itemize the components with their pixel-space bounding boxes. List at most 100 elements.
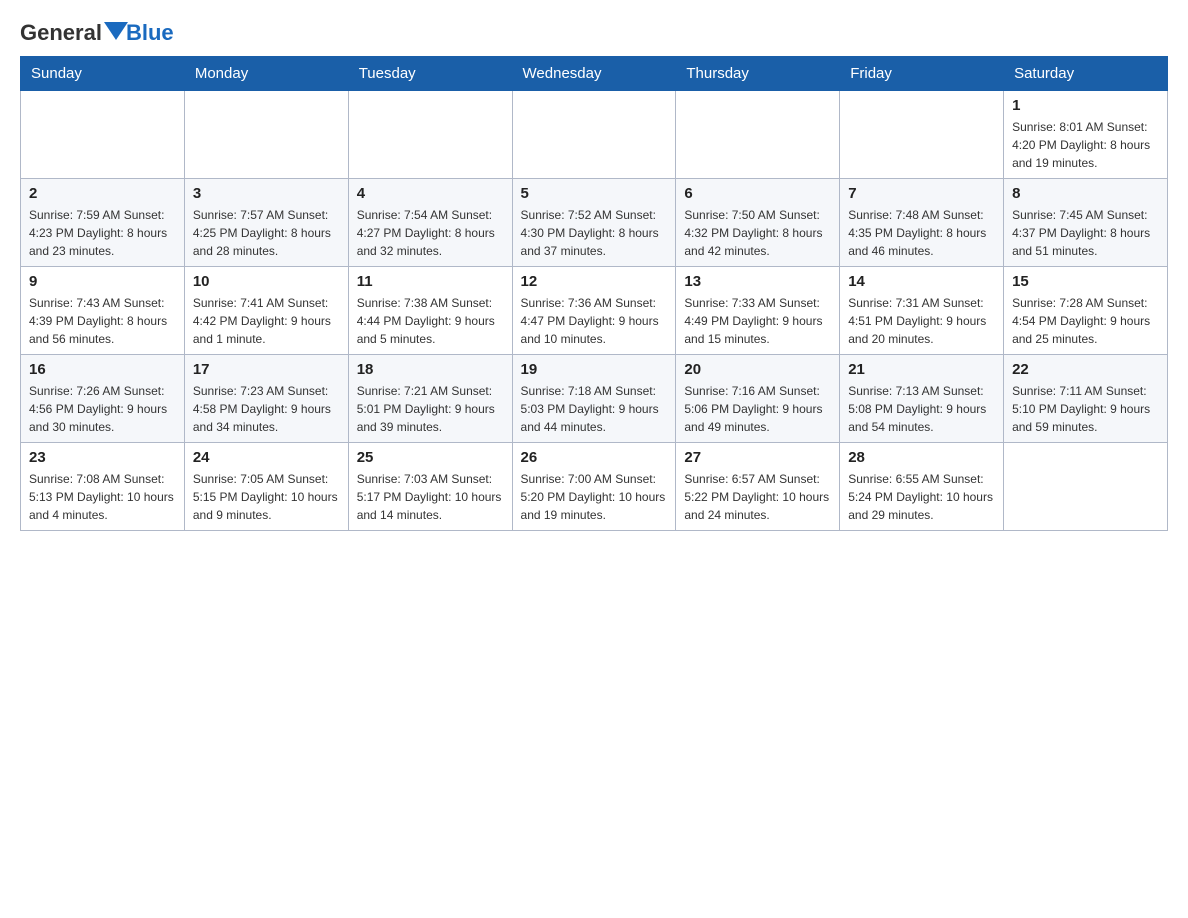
weekday-header-saturday: Saturday — [1004, 57, 1168, 91]
logo-general-text: General — [20, 20, 102, 46]
calendar-cell: 20 Sunrise: 7:16 AM Sunset: 5:06 PM Dayli… — [676, 355, 840, 443]
weekday-header-wednesday: Wednesday — [512, 57, 676, 91]
calendar-cell: 5Sunrise: 7:52 AM Sunset: 4:30 PM Daylig… — [512, 179, 676, 267]
weekday-header-friday: Friday — [840, 57, 1004, 91]
calendar-cell: 10 Sunrise: 7:41 AM Sunset: 4:42 PM Dayli… — [184, 267, 348, 355]
calendar-cell: 9 Sunrise: 7:43 AM Sunset: 4:39 PM Daylig… — [21, 267, 185, 355]
weekday-header-sunday: Sunday — [21, 57, 185, 91]
day-info: Sunrise: 7:05 AM Sunset: 5:15 PM Dayligh… — [193, 470, 340, 524]
calendar-cell: 7 Sunrise: 7:48 AM Sunset: 4:35 PM Daylig… — [840, 179, 1004, 267]
day-number: 28 — [848, 449, 995, 466]
day-number: 10 — [193, 273, 340, 290]
day-info: Sunrise: 7:36 AM Sunset: 4:47 PM Dayligh… — [521, 294, 668, 348]
calendar-cell: 28 Sunrise: 6:55 AM Sunset: 5:24 PM Dayli… — [840, 443, 1004, 531]
day-number: 23 — [29, 449, 176, 466]
weekday-header-row: SundayMondayTuesdayWednesdayThursdayFrid… — [21, 57, 1168, 91]
day-number: 22 — [1012, 361, 1159, 378]
day-info: Sunrise: 7:03 AM Sunset: 5:17 PM Dayligh… — [357, 470, 504, 524]
calendar-cell: 14 Sunrise: 7:31 AM Sunset: 4:51 PM Dayli… — [840, 267, 1004, 355]
day-info: Sunrise: 7:21 AM Sunset: 5:01 PM Dayligh… — [357, 382, 504, 436]
calendar-cell: 17Sunrise: 7:23 AM Sunset: 4:58 PM Dayli… — [184, 355, 348, 443]
calendar-cell — [1004, 443, 1168, 531]
day-number: 6 — [684, 185, 831, 202]
week-row-5: 23 Sunrise: 7:08 AM Sunset: 5:13 PM Dayli… — [21, 443, 1168, 531]
logo-blue-text: Blue — [126, 20, 174, 46]
day-info: Sunrise: 7:13 AM Sunset: 5:08 PM Dayligh… — [848, 382, 995, 436]
day-info: Sunrise: 7:11 AM Sunset: 5:10 PM Dayligh… — [1012, 382, 1159, 436]
calendar-cell — [21, 91, 185, 179]
calendar-cell: 12 Sunrise: 7:36 AM Sunset: 4:47 PM Dayli… — [512, 267, 676, 355]
week-row-2: 2 Sunrise: 7:59 AM Sunset: 4:23 PM Daylig… — [21, 179, 1168, 267]
day-info: Sunrise: 7:48 AM Sunset: 4:35 PM Dayligh… — [848, 206, 995, 260]
calendar-cell: 8 Sunrise: 7:45 AM Sunset: 4:37 PM Daylig… — [1004, 179, 1168, 267]
page-header: General Blue — [20, 20, 1168, 46]
calendar-cell — [512, 91, 676, 179]
day-number: 18 — [357, 361, 504, 378]
calendar-cell: 23 Sunrise: 7:08 AM Sunset: 5:13 PM Dayli… — [21, 443, 185, 531]
calendar-cell — [840, 91, 1004, 179]
calendar-cell: 13 Sunrise: 7:33 AM Sunset: 4:49 PM Dayli… — [676, 267, 840, 355]
day-number: 1 — [1012, 97, 1159, 114]
day-number: 12 — [521, 273, 668, 290]
day-number: 15 — [1012, 273, 1159, 290]
day-number: 3 — [193, 185, 340, 202]
day-info: Sunrise: 7:41 AM Sunset: 4:42 PM Dayligh… — [193, 294, 340, 348]
day-info: Sunrise: 7:18 AM Sunset: 5:03 PM Dayligh… — [521, 382, 668, 436]
calendar-cell: 18 Sunrise: 7:21 AM Sunset: 5:01 PM Dayli… — [348, 355, 512, 443]
day-info: Sunrise: 6:57 AM Sunset: 5:22 PM Dayligh… — [684, 470, 831, 524]
day-info: Sunrise: 7:23 AM Sunset: 4:58 PM Dayligh… — [193, 382, 340, 436]
calendar-cell — [184, 91, 348, 179]
weekday-header-tuesday: Tuesday — [348, 57, 512, 91]
day-number: 13 — [684, 273, 831, 290]
day-number: 26 — [521, 449, 668, 466]
calendar-cell: 4 Sunrise: 7:54 AM Sunset: 4:27 PM Daylig… — [348, 179, 512, 267]
day-number: 24 — [193, 449, 340, 466]
day-info: Sunrise: 7:31 AM Sunset: 4:51 PM Dayligh… — [848, 294, 995, 348]
calendar-cell: 1 Sunrise: 8:01 AM Sunset: 4:20 PM Daylig… — [1004, 91, 1168, 179]
day-info: Sunrise: 7:45 AM Sunset: 4:37 PM Dayligh… — [1012, 206, 1159, 260]
day-number: 27 — [684, 449, 831, 466]
day-info: Sunrise: 7:52 AM Sunset: 4:30 PM Dayligh… — [521, 206, 668, 260]
day-info: Sunrise: 7:43 AM Sunset: 4:39 PM Dayligh… — [29, 294, 176, 348]
day-number: 14 — [848, 273, 995, 290]
calendar-cell: 22 Sunrise: 7:11 AM Sunset: 5:10 PM Dayli… — [1004, 355, 1168, 443]
day-info: Sunrise: 7:08 AM Sunset: 5:13 PM Dayligh… — [29, 470, 176, 524]
day-info: Sunrise: 7:00 AM Sunset: 5:20 PM Dayligh… — [521, 470, 668, 524]
calendar-cell: 27 Sunrise: 6:57 AM Sunset: 5:22 PM Dayli… — [676, 443, 840, 531]
week-row-3: 9 Sunrise: 7:43 AM Sunset: 4:39 PM Daylig… — [21, 267, 1168, 355]
day-number: 2 — [29, 185, 176, 202]
calendar-table: SundayMondayTuesdayWednesdayThursdayFrid… — [20, 56, 1168, 531]
day-number: 20 — [684, 361, 831, 378]
day-info: Sunrise: 6:55 AM Sunset: 5:24 PM Dayligh… — [848, 470, 995, 524]
week-row-4: 16 Sunrise: 7:26 AM Sunset: 4:56 PM Dayli… — [21, 355, 1168, 443]
calendar-cell — [348, 91, 512, 179]
day-info: Sunrise: 7:54 AM Sunset: 4:27 PM Dayligh… — [357, 206, 504, 260]
day-number: 19 — [521, 361, 668, 378]
day-number: 16 — [29, 361, 176, 378]
day-number: 21 — [848, 361, 995, 378]
weekday-header-thursday: Thursday — [676, 57, 840, 91]
calendar-cell: 26 Sunrise: 7:00 AM Sunset: 5:20 PM Dayli… — [512, 443, 676, 531]
calendar-cell — [676, 91, 840, 179]
day-info: Sunrise: 7:38 AM Sunset: 4:44 PM Dayligh… — [357, 294, 504, 348]
day-info: Sunrise: 7:59 AM Sunset: 4:23 PM Dayligh… — [29, 206, 176, 260]
day-number: 11 — [357, 273, 504, 290]
calendar-cell: 15 Sunrise: 7:28 AM Sunset: 4:54 PM Dayli… — [1004, 267, 1168, 355]
logo-triangle-icon — [104, 22, 128, 40]
week-row-1: 1 Sunrise: 8:01 AM Sunset: 4:20 PM Daylig… — [21, 91, 1168, 179]
day-info: Sunrise: 7:16 AM Sunset: 5:06 PM Dayligh… — [684, 382, 831, 436]
calendar-cell: 16 Sunrise: 7:26 AM Sunset: 4:56 PM Dayli… — [21, 355, 185, 443]
day-number: 8 — [1012, 185, 1159, 202]
day-number: 9 — [29, 273, 176, 290]
calendar-cell: 19 Sunrise: 7:18 AM Sunset: 5:03 PM Dayli… — [512, 355, 676, 443]
day-info: Sunrise: 7:33 AM Sunset: 4:49 PM Dayligh… — [684, 294, 831, 348]
day-info: Sunrise: 7:26 AM Sunset: 4:56 PM Dayligh… — [29, 382, 176, 436]
day-number: 7 — [848, 185, 995, 202]
day-info: Sunrise: 7:50 AM Sunset: 4:32 PM Dayligh… — [684, 206, 831, 260]
day-info: Sunrise: 8:01 AM Sunset: 4:20 PM Dayligh… — [1012, 118, 1159, 172]
day-info: Sunrise: 7:28 AM Sunset: 4:54 PM Dayligh… — [1012, 294, 1159, 348]
day-number: 4 — [357, 185, 504, 202]
calendar-cell: 24 Sunrise: 7:05 AM Sunset: 5:15 PM Dayli… — [184, 443, 348, 531]
calendar-cell: 3Sunrise: 7:57 AM Sunset: 4:25 PM Daylig… — [184, 179, 348, 267]
calendar-cell: 11 Sunrise: 7:38 AM Sunset: 4:44 PM Dayli… — [348, 267, 512, 355]
